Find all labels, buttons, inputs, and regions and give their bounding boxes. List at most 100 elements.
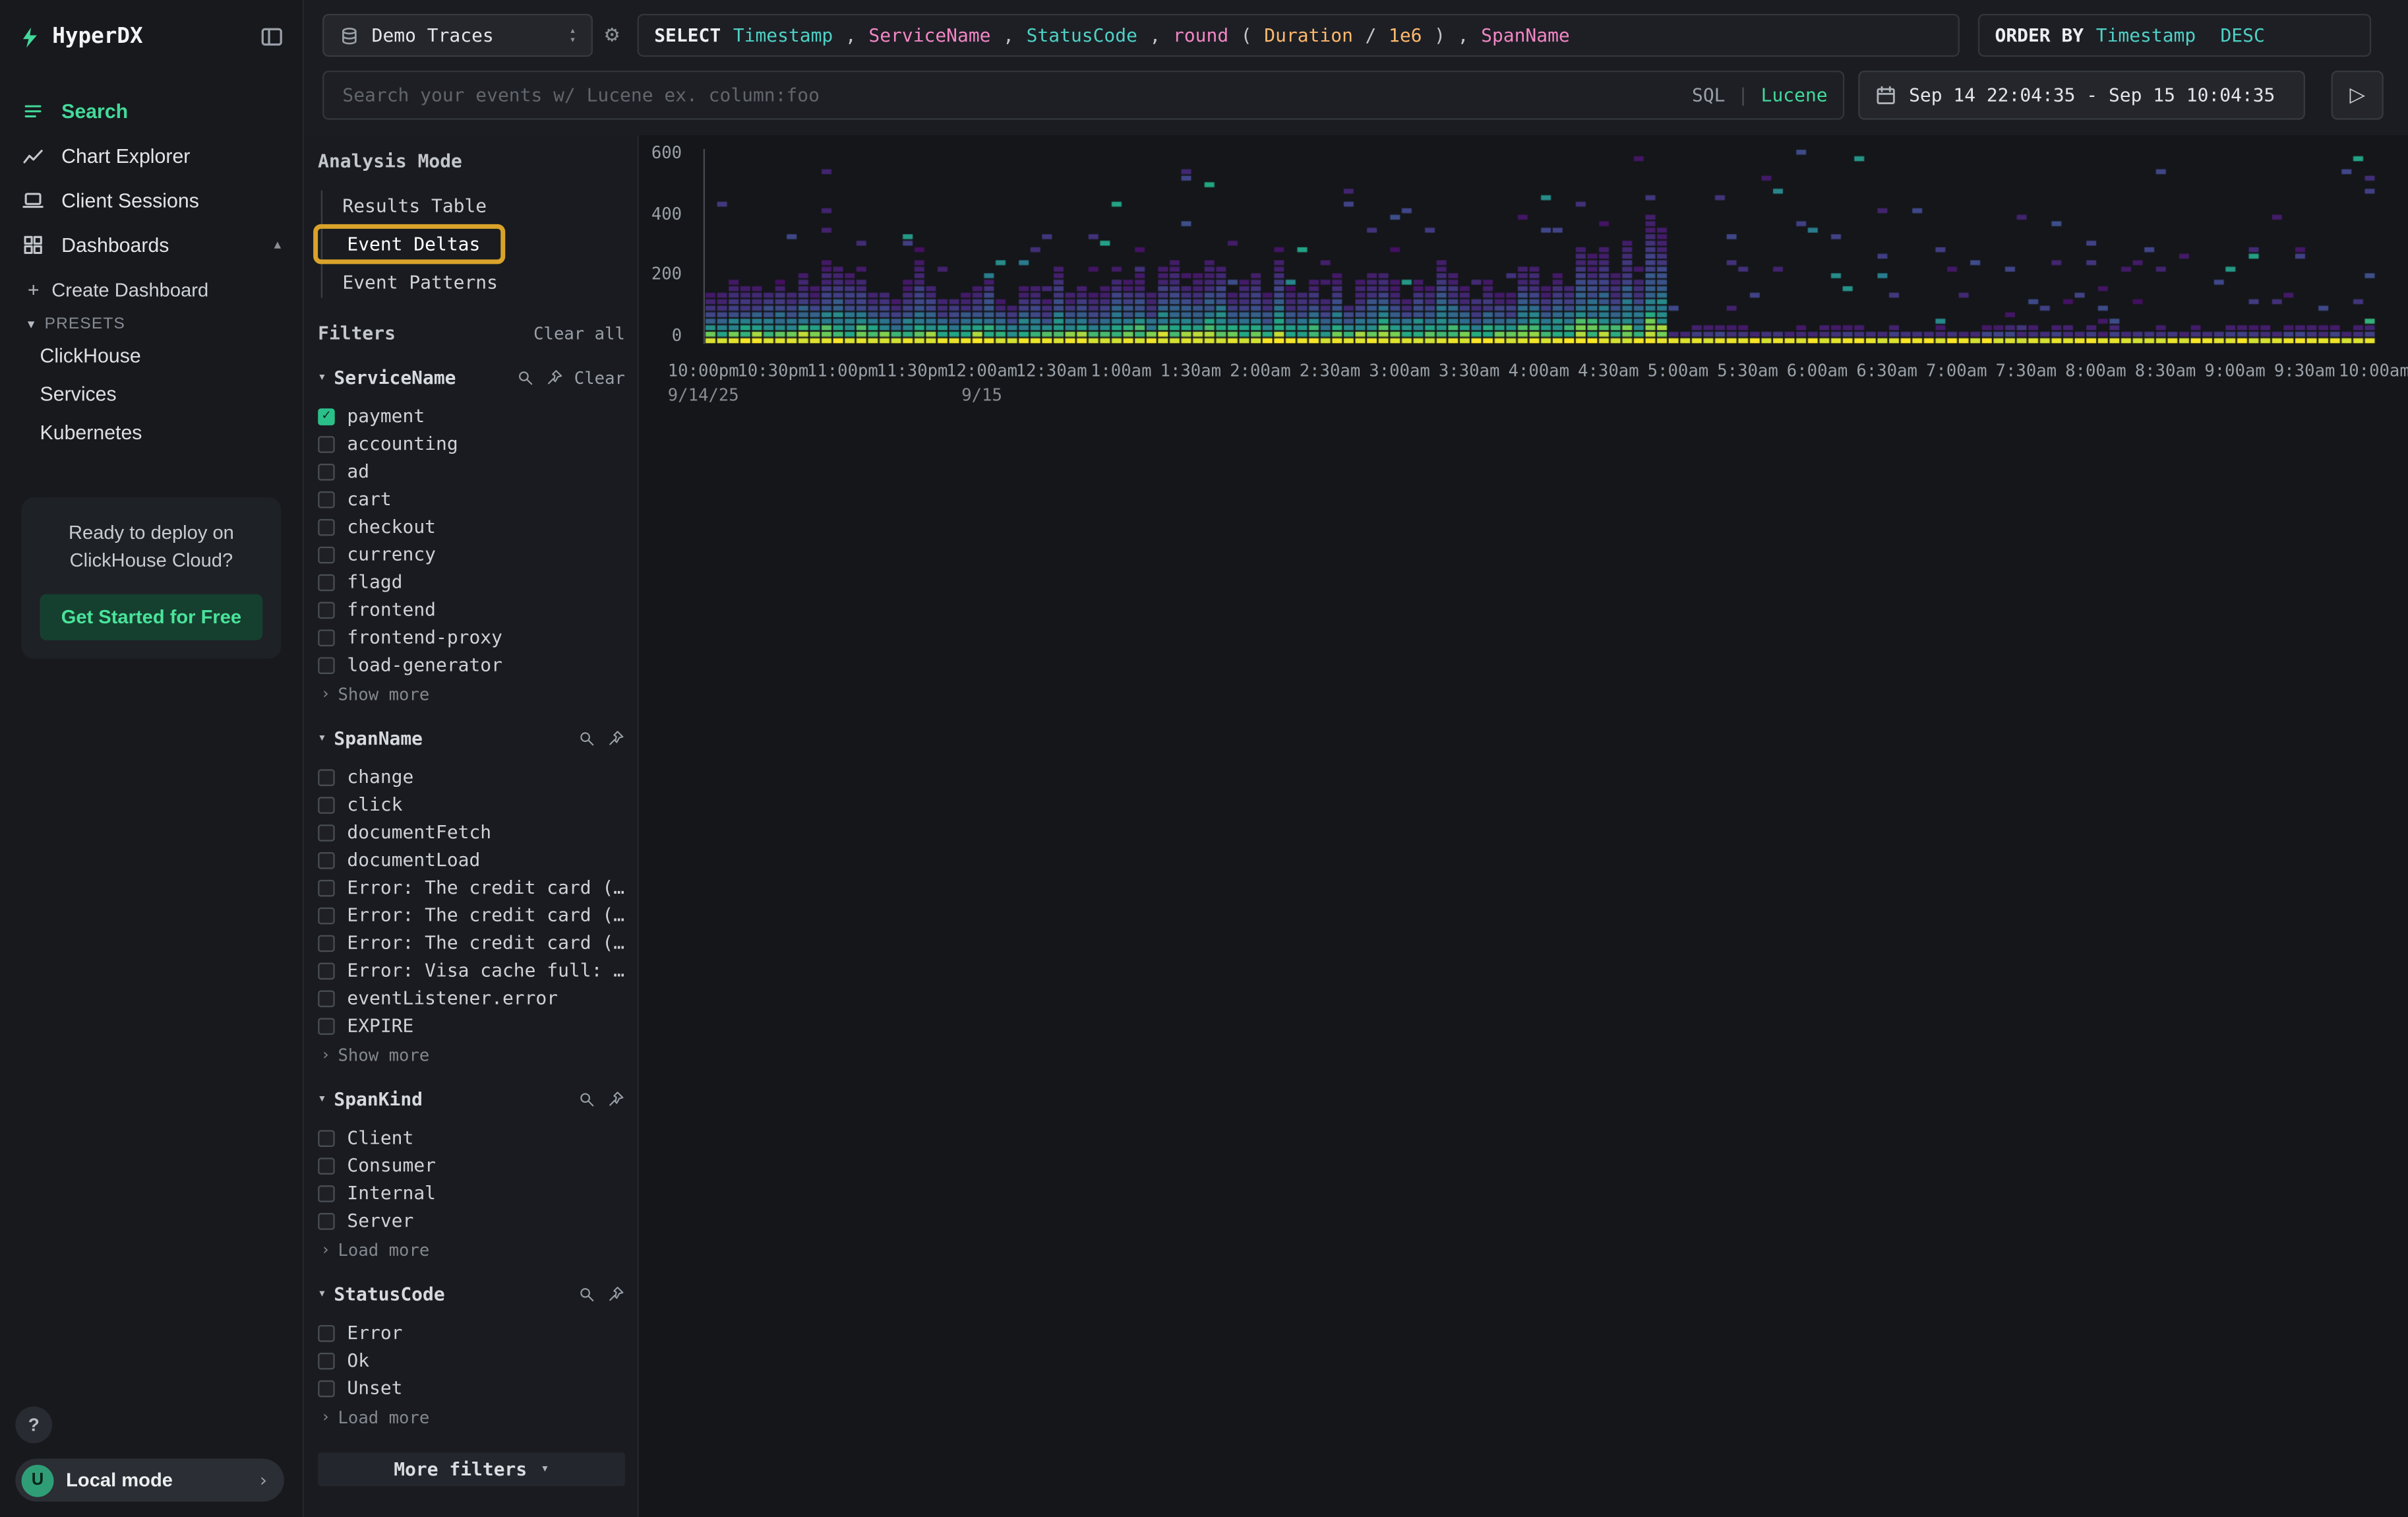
- order-by-input[interactable]: ORDER BY Timestamp DESC: [1978, 14, 2371, 57]
- get-started-button[interactable]: Get Started for Free: [40, 594, 263, 640]
- pin-icon[interactable]: [607, 1090, 625, 1109]
- sidebar-item-search[interactable]: Search: [0, 89, 303, 134]
- sidebar-item-client-sessions[interactable]: Client Sessions: [0, 178, 303, 223]
- preset-item-kubernetes[interactable]: Kubernetes: [0, 413, 303, 451]
- checkbox[interactable]: [318, 962, 335, 979]
- preset-item-clickhouse[interactable]: ClickHouse: [0, 336, 303, 375]
- filter-option[interactable]: ad: [318, 458, 625, 485]
- checkbox[interactable]: [318, 435, 335, 452]
- facet-header[interactable]: ▾StatusCode: [318, 1284, 625, 1305]
- checkbox[interactable]: [318, 1129, 335, 1146]
- collapse-sidebar-icon[interactable]: [260, 24, 284, 49]
- date-range-picker[interactable]: Sep 14 22:04:35 - Sep 15 10:04:35: [1858, 71, 2305, 119]
- filter-option[interactable]: accounting: [318, 430, 625, 458]
- checkbox[interactable]: [318, 879, 335, 896]
- facet-clear-button[interactable]: Clear: [574, 368, 625, 388]
- analysis-mode-option[interactable]: Results Table: [322, 191, 625, 222]
- create-dashboard-button[interactable]: + Create Dashboard: [0, 267, 303, 305]
- filter-option[interactable]: eventListener.error: [318, 984, 625, 1012]
- filter-option[interactable]: checkout: [318, 513, 625, 541]
- sidebar-item-dashboards[interactable]: Dashboards▴: [0, 223, 303, 268]
- facet-header[interactable]: ▾SpanKind: [318, 1088, 625, 1110]
- filter-option[interactable]: Error: The credit card (…: [318, 901, 625, 929]
- checkbox[interactable]: [318, 656, 335, 673]
- filter-option[interactable]: Internal: [318, 1179, 625, 1207]
- filter-option[interactable]: documentFetch: [318, 819, 625, 846]
- filter-option[interactable]: Ok: [318, 1347, 625, 1375]
- gear-icon[interactable]: ⚙: [605, 20, 619, 47]
- checkbox[interactable]: [318, 1212, 335, 1229]
- heatmap-canvas[interactable]: [705, 149, 2376, 344]
- magnifier-icon[interactable]: [578, 1090, 596, 1109]
- checkbox[interactable]: [318, 851, 335, 869]
- pin-icon[interactable]: [607, 729, 625, 748]
- filter-option[interactable]: EXPIRE: [318, 1012, 625, 1039]
- heatmap-plot[interactable]: [704, 149, 2376, 344]
- clear-all-button[interactable]: Clear all: [533, 323, 625, 343]
- checkbox[interactable]: [318, 768, 335, 786]
- filter-option[interactable]: Error: Visa cache full: …: [318, 956, 625, 984]
- checkbox[interactable]: [318, 629, 335, 646]
- filter-option[interactable]: frontend: [318, 596, 625, 623]
- checkbox[interactable]: [318, 1324, 335, 1342]
- filter-option[interactable]: Consumer: [318, 1152, 625, 1179]
- pin-icon[interactable]: [607, 1285, 625, 1303]
- filter-option[interactable]: click: [318, 791, 625, 819]
- checkbox[interactable]: [318, 518, 335, 536]
- filter-option[interactable]: ✓payment: [318, 402, 625, 430]
- preset-item-services[interactable]: Services: [0, 375, 303, 413]
- checkbox[interactable]: [318, 1157, 335, 1174]
- sidebar-item-chart-explorer[interactable]: Chart Explorer: [0, 134, 303, 179]
- filter-option[interactable]: Error: [318, 1319, 625, 1347]
- filter-option[interactable]: frontend-proxy: [318, 623, 625, 651]
- analysis-mode-option[interactable]: Event Patterns: [322, 267, 625, 298]
- checkbox[interactable]: [318, 573, 335, 590]
- show-more-link[interactable]: ›Load more: [321, 1241, 625, 1260]
- run-query-button[interactable]: ▷: [2332, 71, 2384, 119]
- magnifier-icon[interactable]: [578, 1285, 596, 1303]
- lucene-mode-toggle[interactable]: Lucene: [1761, 84, 1828, 106]
- filter-option[interactable]: flagd: [318, 568, 625, 596]
- filter-option[interactable]: Error: The credit card (…: [318, 929, 625, 956]
- more-filters-button[interactable]: More filters ▾: [318, 1452, 625, 1486]
- filter-option[interactable]: Server: [318, 1207, 625, 1235]
- user-menu[interactable]: U Local mode ›: [15, 1459, 284, 1502]
- filter-option[interactable]: currency: [318, 540, 625, 568]
- facet-header[interactable]: ▾SpanName: [318, 728, 625, 749]
- checkbox[interactable]: [318, 1380, 335, 1397]
- facet-header[interactable]: ▾ServiceNameClear: [318, 367, 625, 388]
- filter-option[interactable]: change: [318, 763, 625, 791]
- checkbox[interactable]: [318, 601, 335, 618]
- checkbox[interactable]: [318, 1352, 335, 1369]
- checkbox[interactable]: [318, 907, 335, 924]
- checkbox[interactable]: [318, 824, 335, 841]
- source-select[interactable]: Demo Traces ▴▾: [322, 14, 593, 57]
- show-more-link[interactable]: ›Load more: [321, 1408, 625, 1428]
- filter-option[interactable]: Unset: [318, 1374, 625, 1402]
- analysis-mode-option[interactable]: Event Deltas: [313, 224, 504, 264]
- magnifier-icon[interactable]: [578, 729, 596, 748]
- filter-option[interactable]: cart: [318, 485, 625, 513]
- checkbox[interactable]: [318, 546, 335, 563]
- pin-icon[interactable]: [545, 369, 564, 387]
- checkbox[interactable]: [318, 1185, 335, 1202]
- magnifier-icon[interactable]: [516, 369, 534, 387]
- show-more-link[interactable]: ›Show more: [321, 1045, 625, 1065]
- checkbox[interactable]: [318, 989, 335, 1006]
- presets-toggle[interactable]: ▾ PRESETS: [0, 305, 303, 336]
- checkbox[interactable]: [318, 796, 335, 813]
- checkbox[interactable]: [318, 935, 335, 952]
- checkbox[interactable]: [318, 1017, 335, 1034]
- show-more-link[interactable]: ›Show more: [321, 685, 625, 704]
- checkbox[interactable]: [318, 463, 335, 480]
- sql-mode-toggle[interactable]: SQL: [1692, 84, 1726, 106]
- filter-option[interactable]: load-generator: [318, 651, 625, 679]
- filter-option[interactable]: Error: The credit card (…: [318, 874, 625, 902]
- filter-option[interactable]: documentLoad: [318, 846, 625, 874]
- search-input[interactable]: [340, 83, 1680, 108]
- checkbox[interactable]: ✓: [318, 408, 335, 425]
- checkbox[interactable]: [318, 491, 335, 508]
- help-button[interactable]: ?: [15, 1406, 52, 1443]
- sql-select-input[interactable]: SELECT Timestamp, ServiceName, StatusCod…: [638, 14, 1960, 57]
- filter-option[interactable]: Client: [318, 1124, 625, 1152]
